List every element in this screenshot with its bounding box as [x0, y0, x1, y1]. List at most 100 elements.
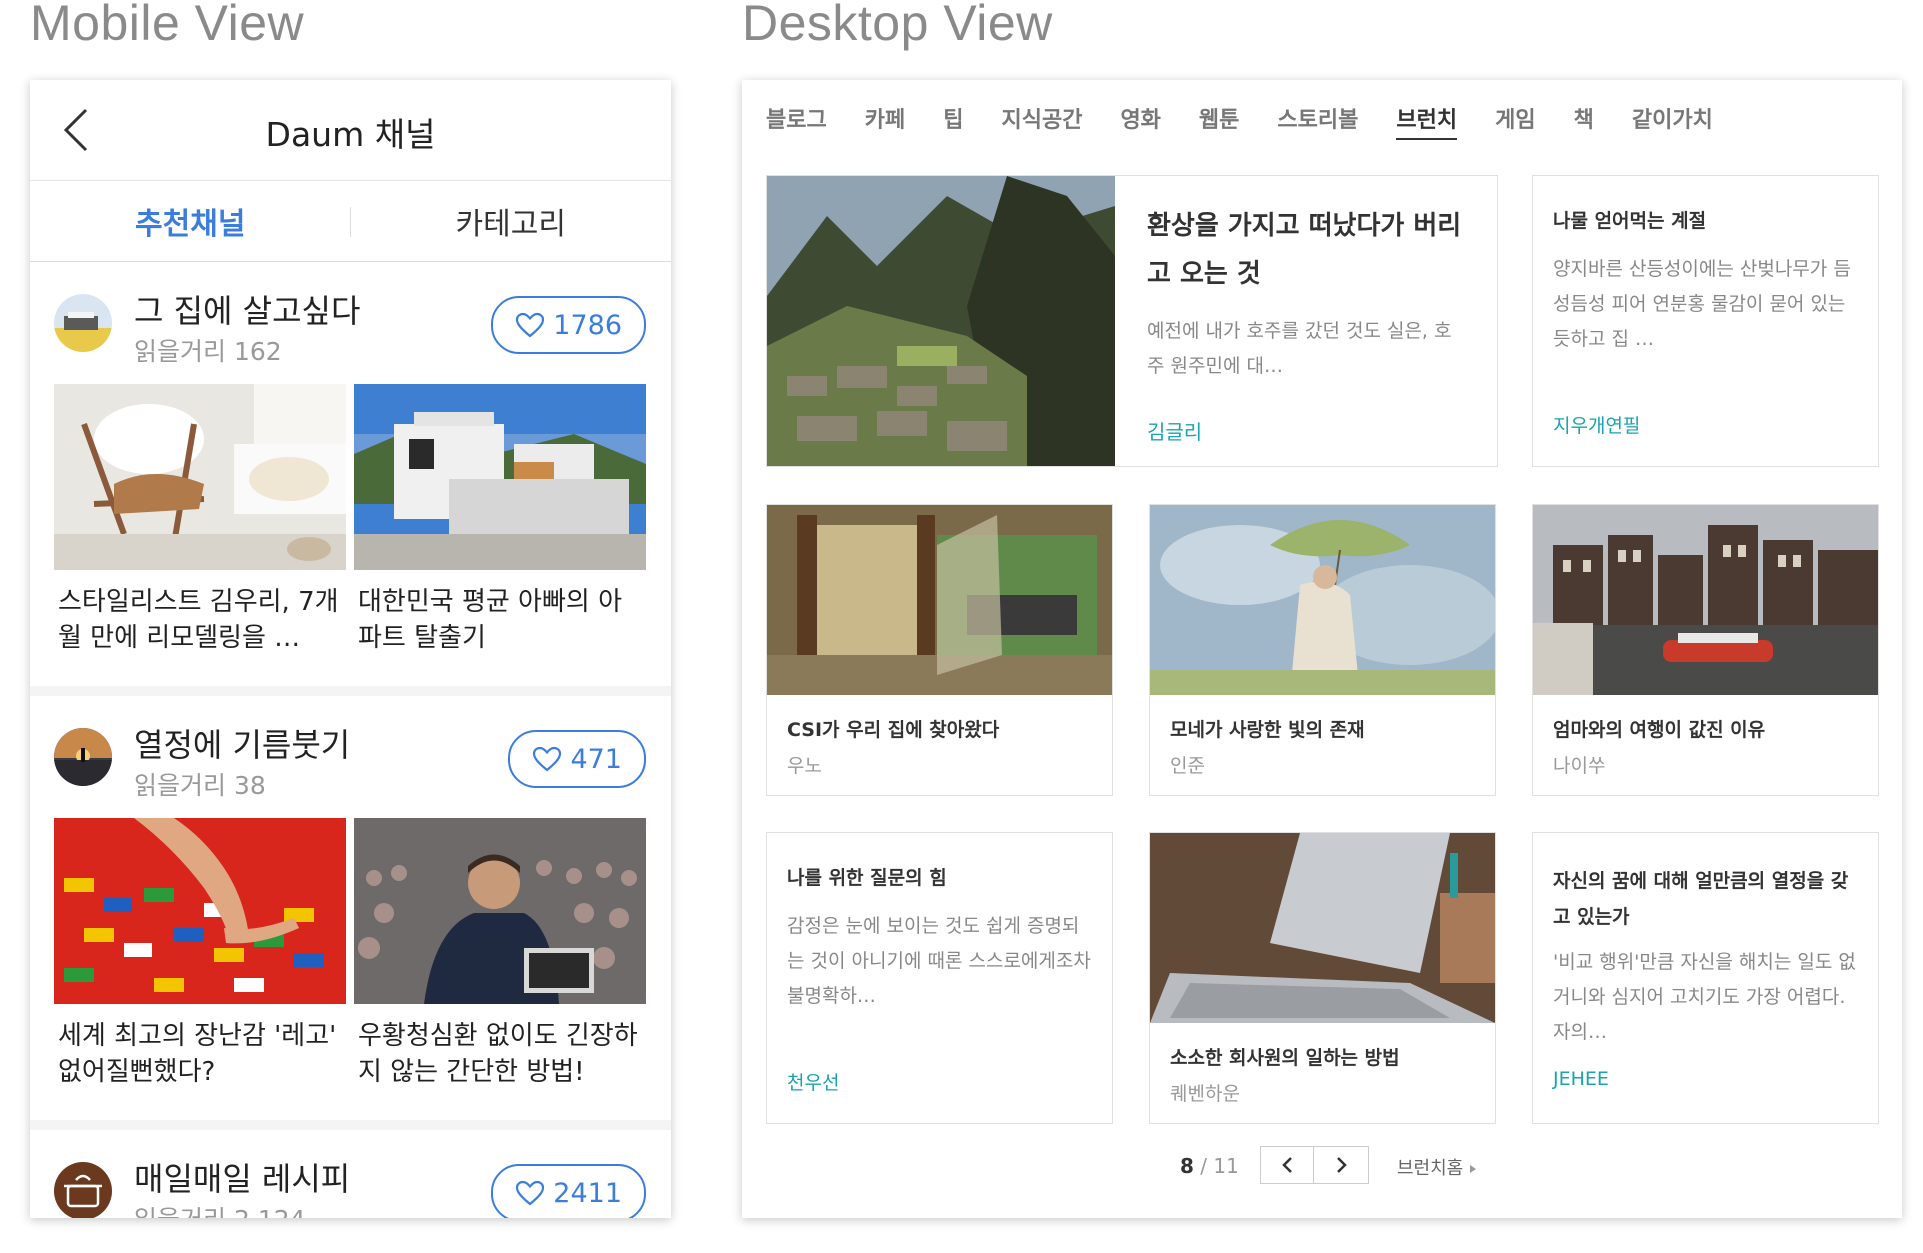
nav-item-movie[interactable]: 영화 [1120, 102, 1160, 140]
article-card[interactable]: 스타일리스트 김우리, 7개월 만에 리모델링을 … [54, 384, 346, 686]
like-button[interactable]: 2411 [491, 1164, 646, 1218]
article-title: 세계 최고의 장난감 '레고' 없어질뻔했다? [58, 1021, 337, 1087]
amsterdam-canal-image [1533, 505, 1878, 695]
featured-article-card[interactable]: 환상을 가지고 떠났다가 버리고 오는 것 예전에 내가 호주를 갔던 것도 실… [766, 175, 1498, 467]
chevron-left-icon [1282, 1157, 1292, 1173]
text-article-card[interactable]: 나물 얻어먹는 계절 양지바른 산등성이에는 산벚나무가 듬성듬성 피어 연분홍… [1532, 175, 1879, 467]
tab-recommended[interactable]: 추천채널 [30, 181, 351, 261]
cooking-pot-avatar-icon[interactable] [54, 1162, 112, 1218]
text-article-card[interactable]: 자신의 꿈에 대해 얼만큼의 열정을 갖고 있는가 '비교 행위'만큼 자신을 … [1532, 832, 1879, 1124]
article-author[interactable]: 인준 [1170, 751, 1205, 778]
speaker-audience-image [354, 818, 646, 1004]
heart-icon [516, 312, 545, 338]
featured-author[interactable]: 김글리 [1147, 416, 1202, 445]
nav-item-book[interactable]: 책 [1574, 102, 1594, 140]
channel-read-count: 읽을거리 2,124 [134, 1200, 306, 1218]
nav-item-knowledge[interactable]: 지식공간 [1001, 102, 1082, 140]
modern-house-image [354, 384, 646, 570]
article-description: 감정은 눈에 보이는 것도 쉽게 증명되는 것이 아니기에 때론 스스로에게조차… [787, 915, 1091, 1007]
article-title: 우황청심환 없이도 긴장하지 않는 간단한 방법! [358, 1021, 638, 1087]
chevron-right-icon [1337, 1157, 1347, 1173]
interior-chair-image [54, 384, 346, 570]
desktop-frame: 블로그 카페 팁 지식공간 영화 웹툰 스토리볼 브런치 게임 책 같이가치 환… [742, 80, 1902, 1218]
nav-item-brunch[interactable]: 브런치 [1396, 102, 1458, 140]
text-article-card[interactable]: 나를 위한 질문의 힘 감정은 눈에 보이는 것도 쉽게 증명되는 것이 아니기… [766, 832, 1113, 1124]
brunch-home-link[interactable]: 브런치홈 [1397, 1154, 1477, 1180]
channel-name[interactable]: 열정에 기름붓기 [134, 720, 350, 766]
channel-item: 열정에 기름붓기 읽을거리 38 471 세계 최고의 장난감 '레고' 없어질… [30, 696, 671, 1130]
lego-bricks-image [54, 818, 346, 1004]
pagination: 8 / 11 브런치홈 [742, 1146, 1902, 1190]
caret-right-icon [1469, 1165, 1476, 1173]
article-title: 스타일리스트 김우리, 7개월 만에 리모델링을 … [58, 587, 339, 653]
window-garden-image [767, 505, 1112, 695]
article-description: '비교 행위'만큼 자신을 해치는 일도 없거니와 심지어 고치기도 가장 어렵… [1553, 951, 1856, 1043]
mobile-tabs: 추천채널 카테고리 [30, 181, 671, 262]
page-separator: / [1200, 1154, 1208, 1178]
article-author[interactable]: JEHEE [1553, 1068, 1609, 1090]
mobile-header: Daum 채널 [30, 80, 671, 181]
article-author[interactable]: 우노 [787, 751, 822, 778]
tab-category[interactable]: 카테고리 [351, 181, 672, 261]
like-count: 1786 [553, 309, 622, 341]
article-author[interactable]: 천우선 [787, 1068, 839, 1095]
heart-icon [516, 1180, 545, 1206]
mobile-frame: Daum 채널 추천채널 카테고리 그 집에 살고싶다 읽을거리 162 178… [30, 80, 671, 1218]
channel-item: 그 집에 살고싶다 읽을거리 162 1786 스타일리스트 김우리, 7개월 … [30, 262, 671, 696]
nav-item-blog[interactable]: 블로그 [766, 102, 827, 140]
like-button[interactable]: 471 [508, 730, 646, 788]
page-title: Daum 채널 [265, 115, 436, 154]
nav-item-webtoon[interactable]: 웹툰 [1199, 102, 1239, 140]
article-author[interactable]: 나이쑤 [1553, 751, 1605, 778]
article-title: 자신의 꿈에 대해 얼만큼의 열정을 갖고 있는가 [1553, 870, 1849, 928]
article-card[interactable]: 세계 최고의 장난감 '레고' 없어질뻔했다? [54, 818, 346, 1120]
current-page: 8 [1180, 1154, 1194, 1178]
nav-item-together[interactable]: 같이가치 [1632, 102, 1713, 140]
article-description: 양지바른 산등성이에는 산벚나무가 듬성듬성 피어 연분홍 물감이 묻어 있는 … [1553, 258, 1851, 350]
channel-read-count: 읽을거리 162 [134, 337, 282, 366]
house-avatar-icon[interactable] [54, 294, 112, 352]
channel-name[interactable]: 매일매일 레시피 [134, 1154, 350, 1200]
channel-read-count: 읽을거리 38 [134, 771, 266, 800]
monet-painting-image [1150, 505, 1495, 695]
nav-item-storyball[interactable]: 스토리볼 [1277, 102, 1358, 140]
category-nav: 블로그 카페 팁 지식공간 영화 웹툰 스토리볼 브런치 게임 책 같이가치 [766, 102, 1751, 140]
tab-divider [350, 207, 351, 237]
article-title: 대한민국 평균 아빠의 아파트 탈출기 [358, 587, 622, 653]
channel-feed: 그 집에 살고싶다 읽을거리 162 1786 스타일리스트 김우리, 7개월 … [30, 262, 671, 1218]
sunset-avatar-icon[interactable] [54, 728, 112, 786]
brunch-home-label: 브런치홈 [1397, 1158, 1464, 1179]
heart-icon [533, 746, 562, 772]
like-count: 2411 [553, 1177, 622, 1209]
like-button[interactable]: 1786 [491, 296, 646, 354]
total-pages: 11 [1213, 1154, 1239, 1178]
image-article-card[interactable]: 엄마와의 여행이 값진 이유 나이쑤 [1532, 504, 1879, 796]
article-title: 소소한 회사원의 일하는 방법 [1170, 1047, 1400, 1069]
nav-item-tip[interactable]: 팁 [943, 102, 963, 140]
mobile-view-label: Mobile View [30, 0, 305, 51]
article-author[interactable]: 퀘벤하운 [1170, 1079, 1240, 1106]
image-article-card[interactable]: CSI가 우리 집에 찾아왔다 우노 [766, 504, 1113, 796]
channel-name[interactable]: 그 집에 살고싶다 [134, 286, 360, 332]
machu-picchu-image [767, 176, 1115, 466]
article-author[interactable]: 지우개연필 [1553, 411, 1640, 438]
like-count: 471 [570, 743, 622, 775]
laptop-desk-image [1150, 833, 1495, 1023]
article-title: 모네가 사랑한 빛의 존재 [1170, 719, 1365, 741]
nav-item-game[interactable]: 게임 [1495, 102, 1535, 140]
nav-item-cafe[interactable]: 카페 [865, 102, 905, 140]
article-card[interactable]: 우황청심환 없이도 긴장하지 않는 간단한 방법! [354, 818, 646, 1120]
channel-item: 매일매일 레시피 읽을거리 2,124 2411 [30, 1130, 671, 1218]
featured-description: 예전에 내가 호주를 갔던 것도 실은, 호주 원주민에 대… [1147, 320, 1452, 377]
article-title: 나물 얻어먹는 계절 [1553, 210, 1707, 232]
article-card[interactable]: 대한민국 평균 아빠의 아파트 탈출기 [354, 384, 646, 686]
image-article-card[interactable]: 소소한 회사원의 일하는 방법 퀘벤하운 [1149, 832, 1496, 1124]
article-title: 나를 위한 질문의 힘 [787, 867, 947, 889]
featured-title: 환상을 가지고 떠났다가 버리고 오는 것 [1147, 211, 1462, 289]
article-title: 엄마와의 여행이 값진 이유 [1553, 719, 1766, 741]
next-page-button[interactable] [1313, 1146, 1369, 1184]
prev-page-button[interactable] [1260, 1146, 1316, 1184]
article-title: CSI가 우리 집에 찾아왔다 [787, 719, 1000, 741]
page-indicator: 8 / 11 [1180, 1154, 1239, 1178]
image-article-card[interactable]: 모네가 사랑한 빛의 존재 인준 [1149, 504, 1496, 796]
